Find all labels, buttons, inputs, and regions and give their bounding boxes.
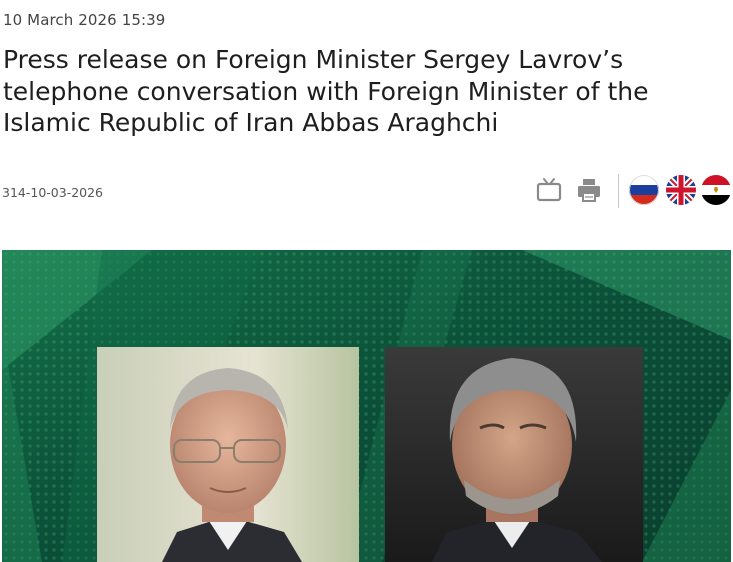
lavrov-portrait [97, 347, 359, 562]
egypt-flag-icon[interactable] [701, 175, 731, 205]
publication-date: 10 March 2026 15:39 [3, 11, 166, 29]
article-meta-row: 314-10-03-2026 [0, 172, 733, 212]
article-title: Press release on Foreign Minister Sergey… [3, 45, 649, 137]
printer-icon[interactable] [575, 176, 603, 204]
tv-icon[interactable] [535, 176, 563, 204]
uk-flag-icon[interactable] [666, 175, 696, 205]
araghchi-portrait [385, 347, 643, 562]
document-number: 314-10-03-2026 [2, 185, 104, 200]
hero-image [2, 250, 731, 562]
toolbar-divider [618, 174, 619, 208]
russia-flag-icon[interactable] [629, 175, 659, 205]
